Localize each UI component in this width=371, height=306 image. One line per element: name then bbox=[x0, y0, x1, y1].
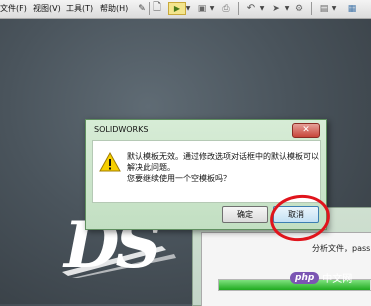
close-button[interactable]: ✕ bbox=[292, 123, 320, 138]
dialog-body: 默认模板无效。通过修改选项对话框中的默认模板可以 解决此问题。 您要继续使用一个… bbox=[92, 140, 321, 203]
progress-label: 分析文件，pass 2 bbox=[312, 244, 371, 253]
new-document-icon[interactable]: 🗋 bbox=[151, 2, 163, 15]
rebuild-icon[interactable]: ⚙ bbox=[293, 2, 305, 15]
watermark: php 中文网 bbox=[290, 270, 352, 285]
warning-dialog: SOLIDWORKS ✕ 默认模板无效。通过修改选项对话框中的默认模板可以 解决… bbox=[85, 119, 327, 230]
warning-icon bbox=[99, 152, 121, 172]
dialog-title: SOLIDWORKS bbox=[94, 125, 149, 134]
cancel-button[interactable]: 取消 bbox=[273, 206, 319, 223]
message-line: 您要继续使用一个空模板吗？ bbox=[127, 174, 231, 183]
chevron-down-icon[interactable]: ▼ bbox=[209, 2, 215, 15]
ok-button[interactable]: 确定 bbox=[222, 206, 268, 223]
chevron-down-icon[interactable]: ▼ bbox=[259, 2, 265, 15]
menu-bar: 文件(F) 视图(V) 工具(T) 帮助(H) ✎ 🗋 ▶ ▼ ▣ ▼ ⎙ ↶ … bbox=[0, 0, 371, 19]
message-line: 解决此问题。 bbox=[127, 163, 175, 172]
undo-icon[interactable]: ↶ bbox=[244, 2, 258, 15]
menu-file[interactable]: 文件(F) bbox=[0, 3, 27, 14]
view-icon[interactable]: ▦ bbox=[345, 2, 359, 15]
dialog-message: 默认模板无效。通过修改选项对话框中的默认模板可以 解决此问题。 您要继续使用一个… bbox=[127, 151, 319, 184]
select-arrow-icon[interactable]: ➤ bbox=[270, 2, 282, 15]
chevron-down-icon[interactable]: ▼ bbox=[331, 2, 337, 15]
options-icon[interactable]: ▤ bbox=[318, 2, 330, 15]
progress-panel: 分析文件，pass 2 bbox=[201, 232, 371, 306]
menu-view[interactable]: 视图(V) bbox=[33, 3, 61, 14]
menu-tools[interactable]: 工具(T) bbox=[66, 3, 93, 14]
toolbar-separator bbox=[238, 2, 239, 15]
pin-icon[interactable]: ✎ bbox=[136, 2, 148, 15]
message-line: 默认模板无效。通过修改选项对话框中的默认模板可以 bbox=[127, 152, 319, 161]
save-icon[interactable]: ▣ bbox=[196, 2, 208, 15]
chevron-down-icon[interactable]: ▼ bbox=[284, 2, 290, 15]
watermark-badge: php bbox=[290, 271, 320, 284]
open-folder-icon[interactable]: ▶ bbox=[168, 2, 186, 15]
toolbar-separator bbox=[311, 2, 312, 15]
menu-help[interactable]: 帮助(H) bbox=[100, 3, 128, 14]
toolbar-separator bbox=[149, 2, 150, 15]
watermark-text: 中文网 bbox=[322, 274, 353, 285]
print-icon[interactable]: ⎙ bbox=[220, 2, 232, 15]
chevron-down-icon[interactable]: ▼ bbox=[185, 2, 191, 15]
